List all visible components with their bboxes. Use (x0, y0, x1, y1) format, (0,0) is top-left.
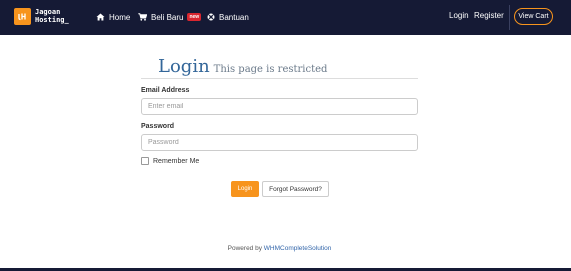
powered-by-prefix: Powered by (227, 245, 264, 252)
jh-logo-icon[interactable] (14, 8, 31, 25)
home-icon (96, 13, 105, 21)
page-subtitle: This page is restricted (213, 64, 328, 75)
page-header: Login This page is restricted (158, 56, 327, 80)
email-label: Email Address (141, 87, 190, 94)
nav-login-link[interactable]: Login (449, 11, 469, 20)
password-label: Password (141, 123, 175, 130)
new-badge: new (187, 13, 202, 21)
brand-name-line2: Hosting_ (35, 16, 69, 24)
powered-by: Powered by WHMCompleteSolution (0, 245, 559, 252)
nav-beli-baru-label: Beli Baru (151, 12, 184, 22)
email-field[interactable] (141, 98, 418, 115)
login-button[interactable]: Login (231, 181, 259, 197)
cart-icon (138, 13, 147, 21)
brand-name[interactable]: Jagoan Hosting_ (35, 8, 79, 24)
nav-bantuan-label: Bantuan (219, 12, 249, 22)
forgot-password-button[interactable]: Forgot Password? (262, 181, 329, 197)
view-cart-button[interactable]: View Cart (514, 8, 553, 25)
lifebuoy-icon (207, 13, 215, 21)
header-divider (141, 78, 418, 79)
top-navbar: Jagoan Hosting_ Home Beli Baru new Bantu… (0, 0, 571, 35)
whmcs-link[interactable]: WHMCompleteSolution (264, 245, 332, 252)
brand-name-line1: Jagoan (35, 8, 61, 16)
nav-divider (509, 5, 510, 30)
nav-home[interactable]: Home (96, 11, 130, 23)
remember-me-checkbox[interactable] (141, 157, 149, 165)
nav-beli-baru[interactable]: Beli Baru new (138, 11, 202, 23)
nav-register-link[interactable]: Register (474, 11, 504, 20)
nav-home-label: Home (109, 12, 131, 22)
password-field[interactable] (141, 134, 418, 151)
nav-bantuan[interactable]: Bantuan (207, 11, 249, 23)
page-title: Login (158, 56, 210, 77)
remember-me-label: Remember Me (153, 157, 200, 165)
remember-me[interactable]: Remember Me (141, 157, 199, 165)
